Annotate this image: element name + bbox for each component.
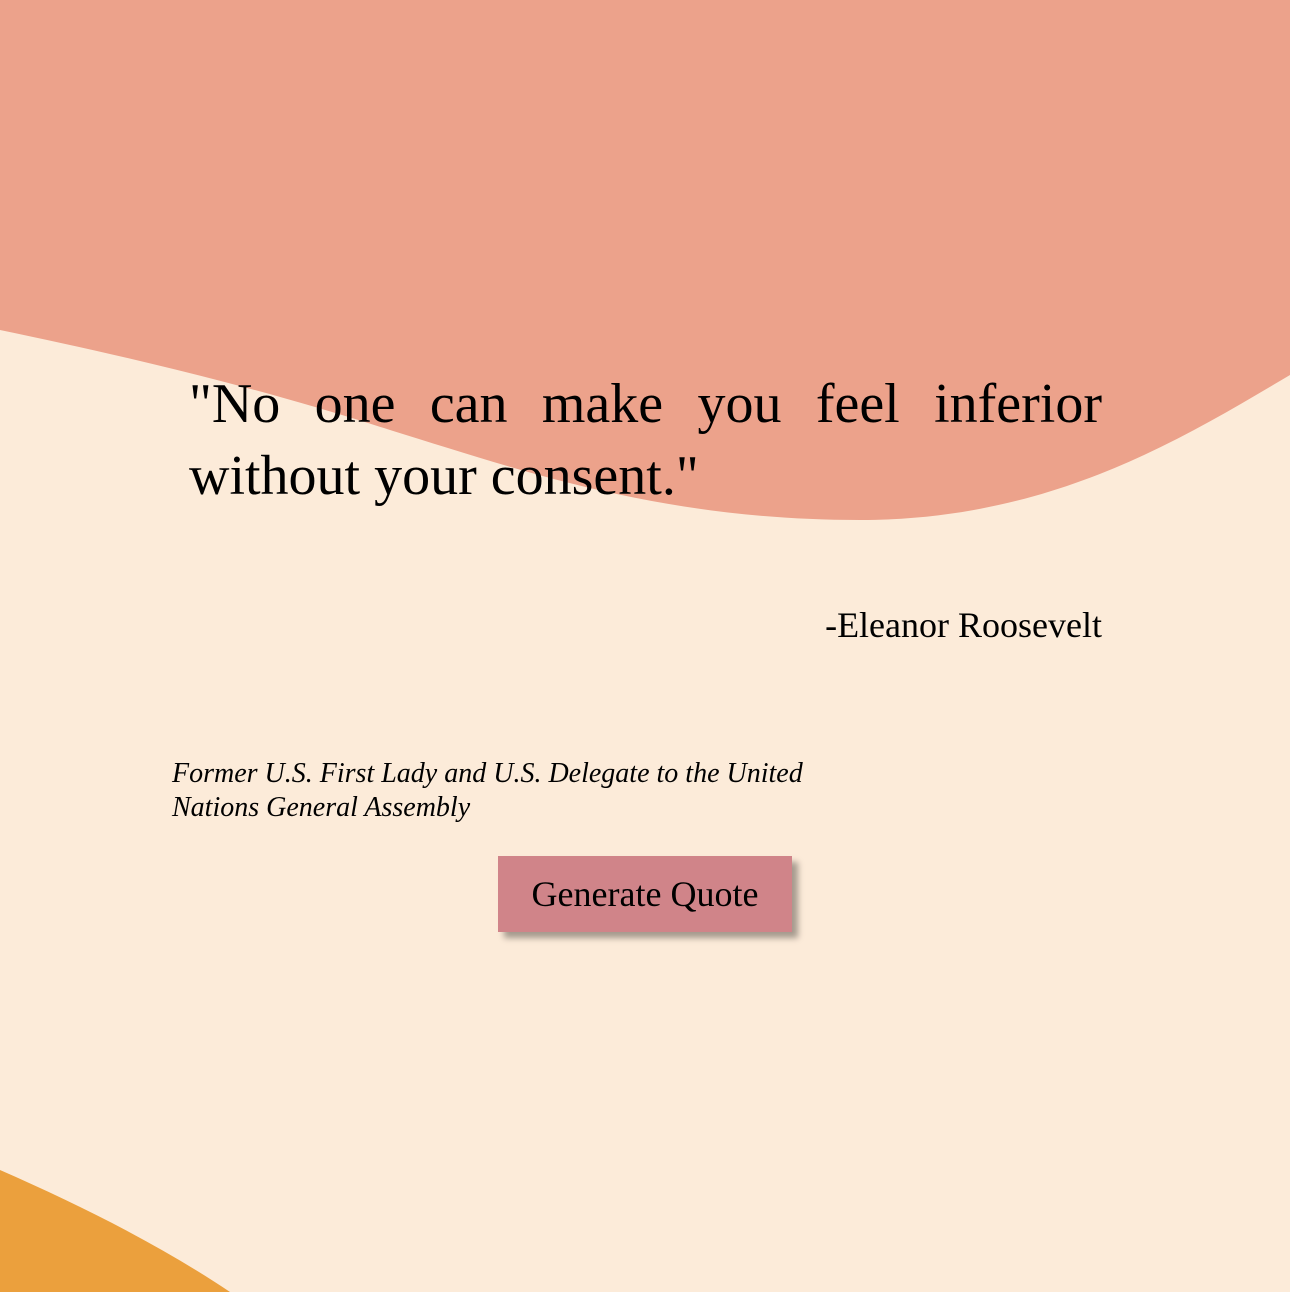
generate-quote-button[interactable]: Generate Quote xyxy=(498,856,792,932)
quote-page: "No one can make you feel inferior witho… xyxy=(0,0,1290,1292)
bottom-wave-shape xyxy=(0,1170,230,1292)
quote-text: "No one can make you feel inferior witho… xyxy=(189,373,1102,507)
quote-author: -Eleanor Roosevelt xyxy=(825,605,1102,645)
author-description: Former U.S. First Lady and U.S. Delegate… xyxy=(172,758,803,823)
